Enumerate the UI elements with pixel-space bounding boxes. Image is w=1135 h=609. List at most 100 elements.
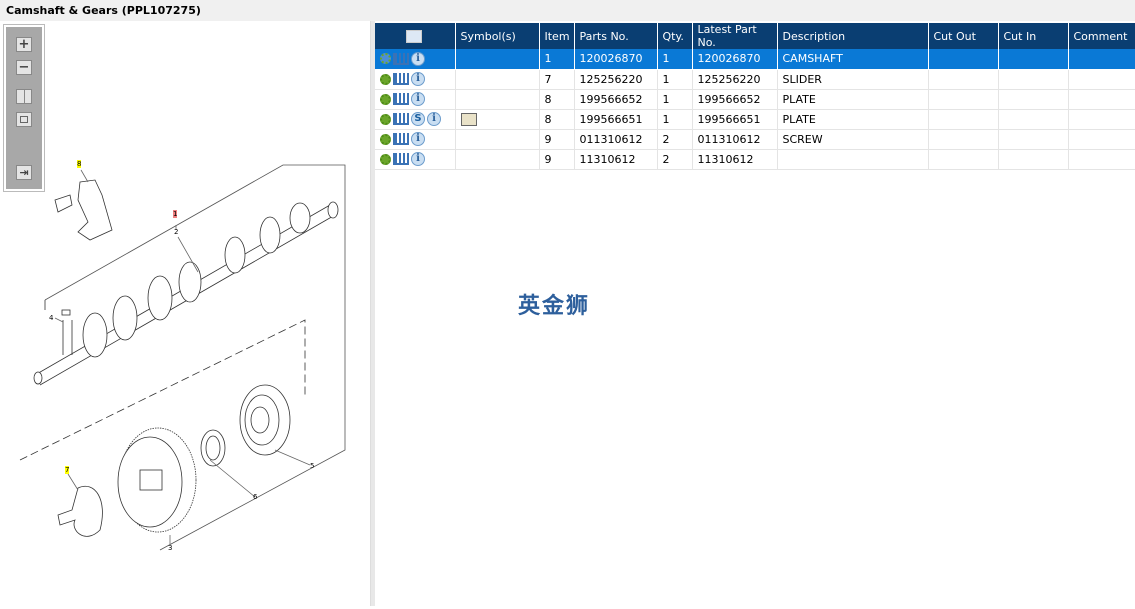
table-row[interactable]: i 1 120026870 1 120026870 CAMSHAFT: [375, 49, 1135, 70]
cell-item: 9: [539, 129, 575, 150]
book-search-icon[interactable]: [460, 112, 477, 126]
fit-all-button[interactable]: [16, 89, 32, 104]
cart-icon[interactable]: [393, 133, 409, 145]
table-row[interactable]: i 8 199566652 1 199566652 PLATE: [375, 89, 1135, 110]
search-parts-icon[interactable]: [405, 29, 422, 43]
col-cut-in[interactable]: Cut In: [998, 23, 1069, 49]
cell-comment: [1068, 69, 1135, 90]
callout-6[interactable]: 6: [253, 493, 257, 501]
info-icon[interactable]: i: [411, 152, 425, 166]
cell-cut-out: [928, 109, 999, 130]
cell-cut-in: [998, 109, 1069, 130]
gear-icon[interactable]: [380, 73, 391, 85]
col-symbols[interactable]: Symbol(s): [455, 23, 540, 49]
page-title: Camshaft & Gears (PPL107275): [0, 0, 1135, 21]
cell-latest-part-no: 199566651: [692, 109, 778, 130]
col-comment[interactable]: Comment: [1068, 23, 1135, 49]
cell-qty: 1: [657, 109, 693, 130]
row-actions: i: [375, 89, 456, 110]
cell-symbols: [455, 129, 540, 150]
cell-cut-out: [928, 89, 999, 110]
search-column-header[interactable]: [375, 23, 456, 49]
cell-item: 8: [539, 89, 575, 110]
cell-description: PLATE: [777, 89, 929, 110]
cell-cut-out: [928, 129, 999, 150]
callout-8[interactable]: 8: [77, 160, 82, 168]
zoom-out-button[interactable]: −: [16, 60, 32, 75]
cell-description: [777, 149, 929, 170]
cell-item: 7: [539, 69, 575, 90]
gear-icon[interactable]: [380, 153, 391, 165]
cell-latest-part-no: 120026870: [692, 49, 778, 70]
gear-icon[interactable]: [380, 93, 391, 105]
cell-symbols: [455, 149, 540, 170]
gear-icon[interactable]: [380, 133, 391, 145]
parts-table-panel: Symbol(s) Item Parts No. Qty. Latest Par…: [375, 23, 1135, 170]
cell-parts-no: 199566652: [574, 89, 658, 110]
cell-cut-out: [928, 49, 999, 70]
col-item[interactable]: Item: [539, 23, 575, 49]
gears-icon[interactable]: [380, 53, 391, 65]
cell-cut-in: [998, 89, 1069, 110]
diagram-panel[interactable]: 8 1 2 4 7 6 5 3: [0, 21, 371, 606]
cell-qty: 2: [657, 129, 693, 150]
table-row[interactable]: Si 8 199566651 1 199566651 PLATE: [375, 109, 1135, 130]
cell-description: CAMSHAFT: [777, 49, 929, 70]
callout-5[interactable]: 5: [310, 462, 314, 470]
info-icon[interactable]: i: [411, 51, 425, 66]
callout-3[interactable]: 3: [168, 544, 172, 552]
cart-icon[interactable]: [393, 93, 409, 105]
fit-page-button[interactable]: [16, 112, 32, 127]
cell-item: 1: [539, 49, 575, 70]
cell-parts-no: 199566651: [574, 109, 658, 130]
cart-icon[interactable]: [393, 52, 409, 65]
cell-parts-no: 11310612: [574, 149, 658, 170]
cell-latest-part-no: 125256220: [692, 69, 778, 90]
col-qty[interactable]: Qty.: [657, 23, 693, 49]
col-cut-out[interactable]: Cut Out: [928, 23, 999, 49]
info-icon[interactable]: i: [427, 112, 441, 126]
row-actions: i: [375, 149, 456, 170]
callout-2[interactable]: 2: [174, 228, 178, 236]
cart-icon[interactable]: [393, 153, 409, 165]
cell-symbols: [455, 89, 540, 110]
parts-table: Symbol(s) Item Parts No. Qty. Latest Par…: [375, 23, 1135, 170]
row-actions: i: [375, 129, 456, 150]
cell-parts-no: 011310612: [574, 129, 658, 150]
cell-comment: [1068, 89, 1135, 110]
zoom-in-button[interactable]: +: [16, 37, 32, 52]
table-header-row: Symbol(s) Item Parts No. Qty. Latest Par…: [375, 23, 1135, 49]
cell-comment: [1068, 49, 1135, 70]
gear-icon[interactable]: [380, 113, 391, 125]
callout-7[interactable]: 7: [65, 466, 70, 474]
cell-cut-in: [998, 69, 1069, 90]
s-icon[interactable]: S: [411, 112, 425, 126]
cell-qty: 2: [657, 149, 693, 170]
info-icon[interactable]: i: [411, 132, 425, 146]
toggle-panel-button[interactable]: ⇥: [16, 165, 32, 180]
cell-cut-in: [998, 149, 1069, 170]
col-description[interactable]: Description: [777, 23, 929, 49]
cell-qty: 1: [657, 89, 693, 110]
cell-description: SCREW: [777, 129, 929, 150]
cell-symbols: [455, 69, 540, 90]
table-row[interactable]: i 9 11310612 2 11310612: [375, 149, 1135, 170]
table-row[interactable]: i 9 011310612 2 011310612 SCREW: [375, 129, 1135, 150]
col-parts-no[interactable]: Parts No.: [574, 23, 658, 49]
cell-parts-no: 125256220: [574, 69, 658, 90]
cell-symbols: [455, 49, 540, 70]
callout-4[interactable]: 4: [49, 314, 53, 322]
cell-cut-out: [928, 149, 999, 170]
cell-comment: [1068, 129, 1135, 150]
cell-latest-part-no: 199566652: [692, 89, 778, 110]
info-icon[interactable]: i: [411, 72, 425, 86]
zoom-toolbox: + − ⇥: [3, 24, 45, 192]
watermark: 英金狮: [518, 294, 591, 319]
table-row[interactable]: i 7 125256220 1 125256220 SLIDER: [375, 69, 1135, 90]
cart-icon[interactable]: [393, 113, 409, 125]
info-icon[interactable]: i: [411, 92, 425, 106]
callout-1[interactable]: 1: [173, 210, 178, 218]
cart-icon[interactable]: [393, 73, 409, 85]
cell-comment: [1068, 109, 1135, 130]
col-latest-part-no[interactable]: Latest Part No.: [692, 23, 778, 49]
